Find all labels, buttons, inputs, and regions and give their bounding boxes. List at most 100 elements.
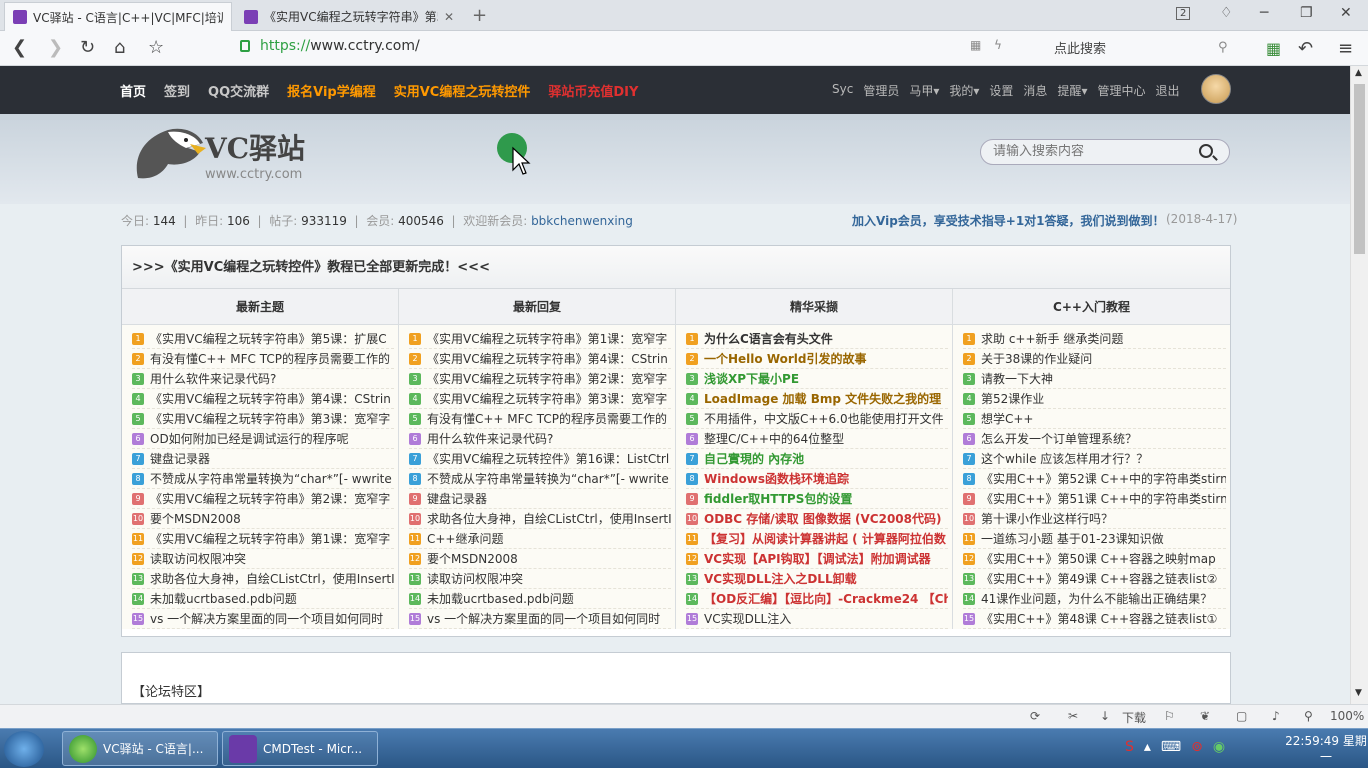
security-icon[interactable]: ◉ xyxy=(1213,739,1225,755)
search-icon[interactable] xyxy=(1199,144,1213,158)
list-item[interactable]: 14 未加载ucrtbased.pdb问题 xyxy=(132,589,394,609)
shirt-icon[interactable]: ♢ xyxy=(1220,5,1233,21)
topic-link[interactable]: 不用插件，中文版C++6.0也能使用打开文件 xyxy=(704,409,944,428)
list-item[interactable]: 3 浅谈XP下最小PE xyxy=(686,369,948,389)
list-item[interactable]: 13 《实用C++》第49课 C++容器之链表list② xyxy=(963,569,1226,589)
list-item[interactable]: 9 fiddler取HTTPS包的设置 xyxy=(686,489,948,509)
new-tab-button[interactable]: + xyxy=(472,5,487,26)
topic-link[interactable]: VC实现DLL注入之DLL卸载 xyxy=(704,569,857,588)
panel-title[interactable]: >>>《实用VC编程之玩转控件》教程已全部更新完成！<<< xyxy=(122,246,1230,289)
list-item[interactable]: 11 一道练习小题 基于01-23课知识做 xyxy=(963,529,1226,549)
topic-link[interactable]: 整理C/C++中的64位整型 xyxy=(704,429,844,448)
topic-link[interactable]: 《实用VC编程之玩转字符串》第1课：宽窄字 xyxy=(427,329,667,348)
topic-link[interactable]: 一个Hello World引发的故事 xyxy=(704,349,867,368)
list-item[interactable]: 12 读取访问权限冲突 xyxy=(132,549,394,569)
download-icon[interactable]: ↓ xyxy=(1100,709,1110,723)
topic-link[interactable]: 要个MSDN2008 xyxy=(427,549,518,568)
topic-link[interactable]: 《实用C++》第52课 C++中的字符串类stirng xyxy=(981,469,1226,488)
scrollbar-thumb[interactable] xyxy=(1354,84,1365,254)
tab-vc-yizhan[interactable]: VC驿站 - C语言|C++|VC|MFC|培训 xyxy=(4,2,232,31)
vip-promo-link[interactable]: 加入Vip会员，享受技术指导+1对1答疑，我们说到做到！ xyxy=(852,212,1165,229)
list-item[interactable]: 7 这个while 应该怎样用才行？？ xyxy=(963,449,1226,469)
list-item[interactable]: 12 要个MSDN2008 xyxy=(409,549,671,569)
eagle-logo-icon[interactable] xyxy=(128,118,208,188)
minimize-icon[interactable]: ─ xyxy=(1260,5,1268,21)
page-scrollbar[interactable]: ▲ ▼ xyxy=(1350,66,1368,704)
list-item[interactable]: 6 怎么开发一个订单管理系统？ xyxy=(963,429,1226,449)
list-item[interactable]: 2 关于38课的作业疑问 xyxy=(963,349,1226,369)
list-item[interactable]: 10 第十课小作业这样行吗？ xyxy=(963,509,1226,529)
taskbar-vs[interactable]: CMDTest - Micr... xyxy=(222,731,378,766)
scroll-down-icon[interactable]: ▼ xyxy=(1355,688,1362,698)
list-item[interactable]: 12 《实用C++》第50课 C++容器之映射map xyxy=(963,549,1226,569)
topic-link[interactable]: 读取访问权限冲突 xyxy=(150,549,246,568)
topic-link[interactable]: 《实用VC编程之玩转字符串》第2课：宽窄字 xyxy=(150,489,390,508)
home-icon[interactable]: ⌂ xyxy=(114,37,125,58)
system-clock[interactable]: 22:59:49 星期一 2018-12-17 xyxy=(1284,733,1368,768)
topic-link[interactable]: 有没有懂C++ MFC TCP的程序员需要工作的 xyxy=(150,349,390,368)
list-item[interactable]: 8 《实用C++》第52课 C++中的字符串类stirng xyxy=(963,469,1226,489)
back-icon[interactable]: ❮ xyxy=(12,37,27,58)
list-item[interactable]: 4 《实用VC编程之玩转字符串》第3课：宽窄字 xyxy=(409,389,671,409)
list-item[interactable]: 3 《实用VC编程之玩转字符串》第2课：宽窄字 xyxy=(409,369,671,389)
list-item[interactable]: 1 《实用VC编程之玩转字符串》第5课：扩展C xyxy=(132,329,394,349)
list-item[interactable]: 13 求助各位大身神，自绘CListCtrl，使用InsertIt xyxy=(132,569,394,589)
scroll-up-icon[interactable]: ▲ xyxy=(1355,68,1362,78)
topic-link[interactable]: VC实现【API钩取】【调试法】附加调试器 xyxy=(704,549,931,568)
topic-link[interactable]: 不赞成从字符串常量转换为“char*”[- wwrite -st xyxy=(150,469,394,488)
list-item[interactable]: 10 求助各位大身神，自绘CListCtrl，使用InsertIt xyxy=(409,509,671,529)
list-item[interactable]: 8 不赞成从字符串常量转换为“char*”[- wwrite -st xyxy=(132,469,394,489)
network-icon[interactable]: ⌨ xyxy=(1161,739,1181,755)
topic-link[interactable]: 自己實現的 內存池 xyxy=(704,449,804,468)
topic-link[interactable]: 用什么软件来记录代码? xyxy=(427,429,553,448)
list-item[interactable]: 11 《实用VC编程之玩转字符串》第1课：宽窄字 xyxy=(132,529,394,549)
topic-link[interactable]: 《实用VC编程之玩转字符串》第3课：宽窄字 xyxy=(150,409,390,428)
topic-link[interactable]: 41课作业问题，为什么不能输出正确结果？ xyxy=(981,589,1212,608)
topic-link[interactable]: 这个while 应该怎样用才行？？ xyxy=(981,449,1148,468)
list-item[interactable]: 13 读取访问权限冲突 xyxy=(409,569,671,589)
topic-link[interactable]: 怎么开发一个订单管理系统？ xyxy=(981,429,1137,448)
topic-link[interactable]: 《实用VC编程之玩转字符串》第2课：宽窄字 xyxy=(427,369,667,388)
topic-link[interactable]: Windows函数栈环境追踪 xyxy=(704,469,849,488)
nav-item[interactable]: 驿站币充值DIY xyxy=(548,81,638,100)
topic-link[interactable]: 未加载ucrtbased.pdb问题 xyxy=(427,589,574,608)
topic-link[interactable]: 求助 c++新手 继承类问题 xyxy=(981,329,1123,348)
list-item[interactable]: 8 不赞成从字符串常量转换为“char*”[- wwrite -s xyxy=(409,469,671,489)
list-item[interactable]: 9 键盘记录器 xyxy=(409,489,671,509)
topic-link[interactable]: 《实用C++》第49课 C++容器之链表list② xyxy=(981,569,1217,588)
list-item[interactable]: 15 《实用C++》第48课 C++容器之链表list① xyxy=(963,609,1226,629)
flag-icon[interactable]: ⚐ xyxy=(1164,709,1175,723)
topic-link[interactable]: 【复习】从阅读计算器讲起 ( 计算器阿拉伯数 xyxy=(704,529,946,548)
nav-item[interactable]: 报名Vip学编程 xyxy=(287,81,376,100)
topic-link[interactable]: 用什么软件来记录代码? xyxy=(150,369,276,388)
topic-link[interactable]: 要个MSDN2008 xyxy=(150,509,241,528)
topic-link[interactable]: 一道练习小题 基于01-23课知识做 xyxy=(981,529,1164,548)
volume-icon[interactable]: ♪ xyxy=(1272,709,1280,723)
nav-item[interactable]: QQ交流群 xyxy=(208,81,269,100)
topic-link[interactable]: 浅谈XP下最小PE xyxy=(704,369,799,388)
list-item[interactable]: 7 《实用VC编程之玩转控件》第16课：ListCtrl xyxy=(409,449,671,469)
restore-icon[interactable]: ❐ xyxy=(1300,5,1313,21)
avatar[interactable] xyxy=(1201,74,1231,104)
topic-link[interactable]: 《实用VC编程之玩转字符串》第1课：宽窄字 xyxy=(150,529,390,548)
list-item[interactable]: 15 vs 一个解决方案里面的同一个项目如何同时 xyxy=(409,609,671,629)
topic-link[interactable]: 求助各位大身神，自绘CListCtrl，使用InsertIt xyxy=(427,509,671,528)
start-button[interactable] xyxy=(4,731,44,767)
list-item[interactable]: 15 VC实现DLL注入 xyxy=(686,609,948,629)
ime-icon[interactable]: S xyxy=(1125,739,1134,755)
user-menu-item[interactable]: 消息 xyxy=(1023,82,1047,99)
user-menu-item[interactable]: 退出 xyxy=(1155,82,1179,99)
list-item[interactable]: 10 ODBC 存储/读取 图像数据 (VC2008代码) xyxy=(686,509,948,529)
tools-icon[interactable]: ✂ xyxy=(1068,709,1078,723)
topic-link[interactable]: 《实用VC编程之玩转字符串》第5课：扩展C xyxy=(150,329,387,348)
list-item[interactable]: 9 《实用VC编程之玩转字符串》第2课：宽窄字 xyxy=(132,489,394,509)
list-item[interactable]: 5 有没有懂C++ MFC TCP的程序员需要工作的 xyxy=(409,409,671,429)
topic-link[interactable]: vs 一个解决方案里面的同一个项目如何同时 xyxy=(427,609,660,628)
topic-link[interactable]: vs 一个解决方案里面的同一个项目如何同时 xyxy=(150,609,383,628)
tray-expand-icon[interactable]: ▴ xyxy=(1144,739,1151,755)
topic-link[interactable]: LoadImage 加载 Bmp 文件失败之我的理 xyxy=(704,389,941,408)
list-item[interactable]: 3 请教一下大神 xyxy=(963,369,1226,389)
leaf-icon[interactable]: ❦ xyxy=(1200,709,1210,723)
user-menu-item[interactable]: 我的▾ xyxy=(949,82,979,99)
list-item[interactable]: 15 vs 一个解决方案里面的同一个项目如何同时 xyxy=(132,609,394,629)
